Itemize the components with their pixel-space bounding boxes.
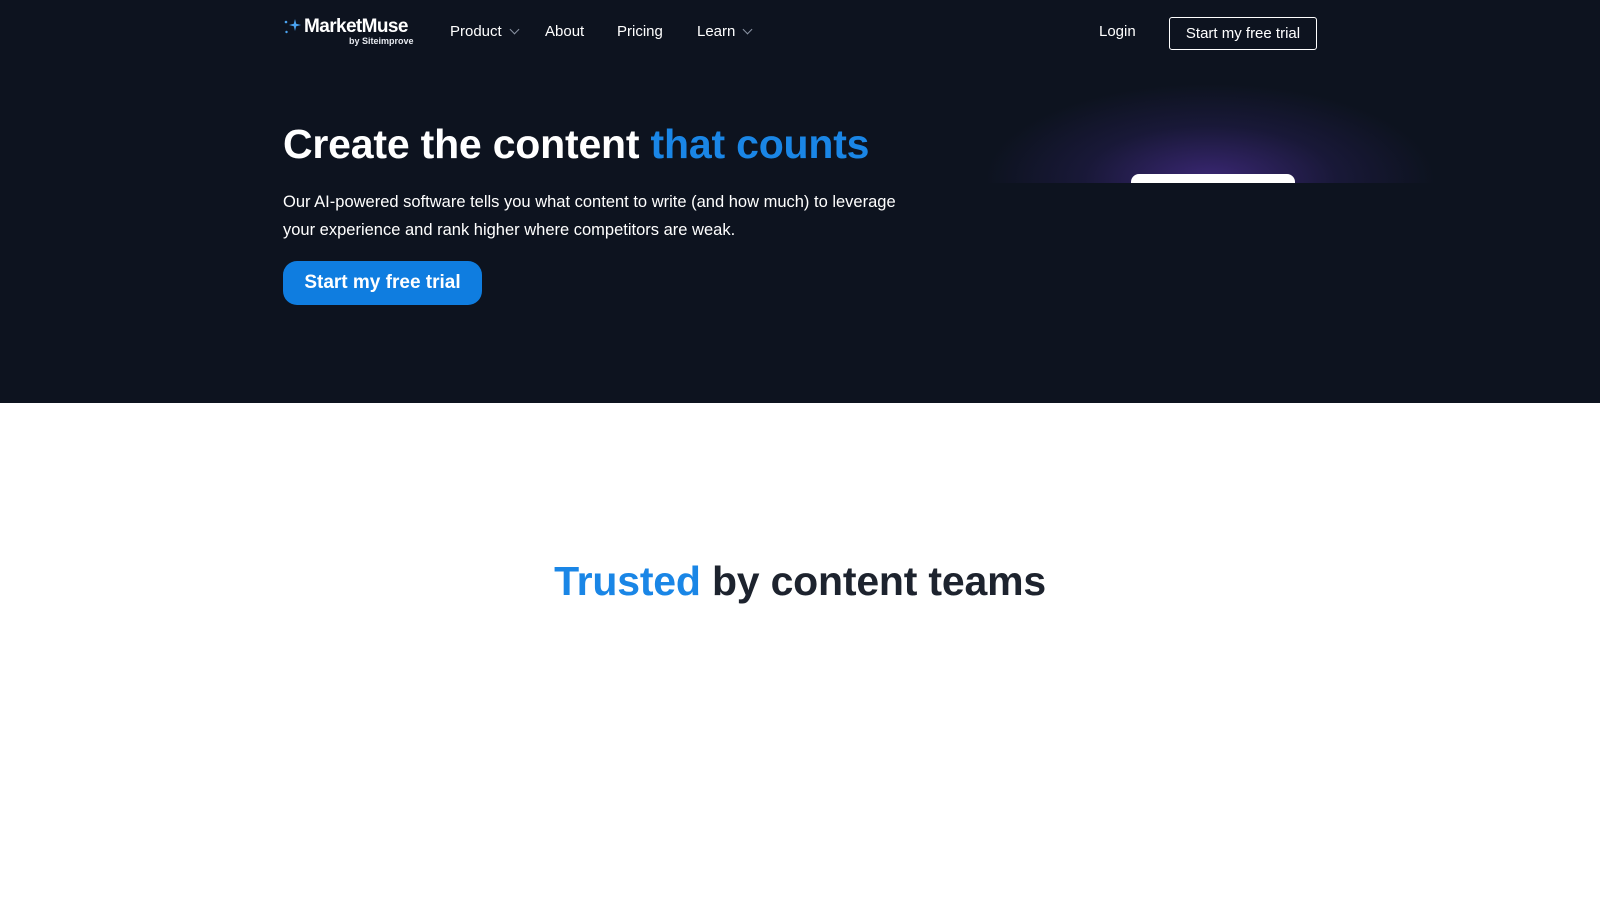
- hero-title-main: Create the content: [283, 121, 651, 167]
- top-navigation: MarketMuse by Siteimprove Product About …: [0, 0, 1600, 66]
- hero-section: MarketMuse by Siteimprove Product About …: [0, 0, 1600, 403]
- hero-title-accent: that counts: [650, 121, 870, 167]
- chevron-down-icon: [509, 24, 520, 35]
- hero-subtitle: Our AI-powered software tells you what c…: [283, 193, 896, 239]
- nav-item-pricing[interactable]: Pricing: [617, 23, 663, 40]
- nav-item-label: Product: [450, 23, 502, 40]
- trusted-heading-rest: by content teams: [700, 558, 1046, 604]
- nav-free-trial-button[interactable]: Start my free trial: [1169, 17, 1317, 50]
- login-link[interactable]: Login: [1099, 23, 1136, 40]
- nav-item-learn[interactable]: Learn: [697, 23, 753, 40]
- nav-item-label: Learn: [697, 23, 736, 40]
- marketmuse-logo[interactable]: MarketMuse by Siteimprove: [283, 16, 414, 48]
- trusted-heading-accent: Trusted: [554, 558, 701, 604]
- nav-item-about[interactable]: About: [545, 23, 584, 40]
- nav-item-product[interactable]: Product: [450, 23, 520, 40]
- logo-wordmark: MarketMuse: [304, 16, 408, 37]
- hero-free-trial-button[interactable]: Start my free trial: [283, 261, 482, 305]
- sparkle-icon: [284, 19, 301, 34]
- logo-byline: by Siteimprove: [349, 36, 414, 46]
- nav-item-label: Pricing: [617, 23, 663, 40]
- hero-title: Create the content that counts: [283, 121, 869, 168]
- nav-item-label: About: [545, 23, 585, 40]
- trusted-heading: Trusted by content teams: [0, 558, 1600, 605]
- chevron-down-icon: [742, 24, 753, 35]
